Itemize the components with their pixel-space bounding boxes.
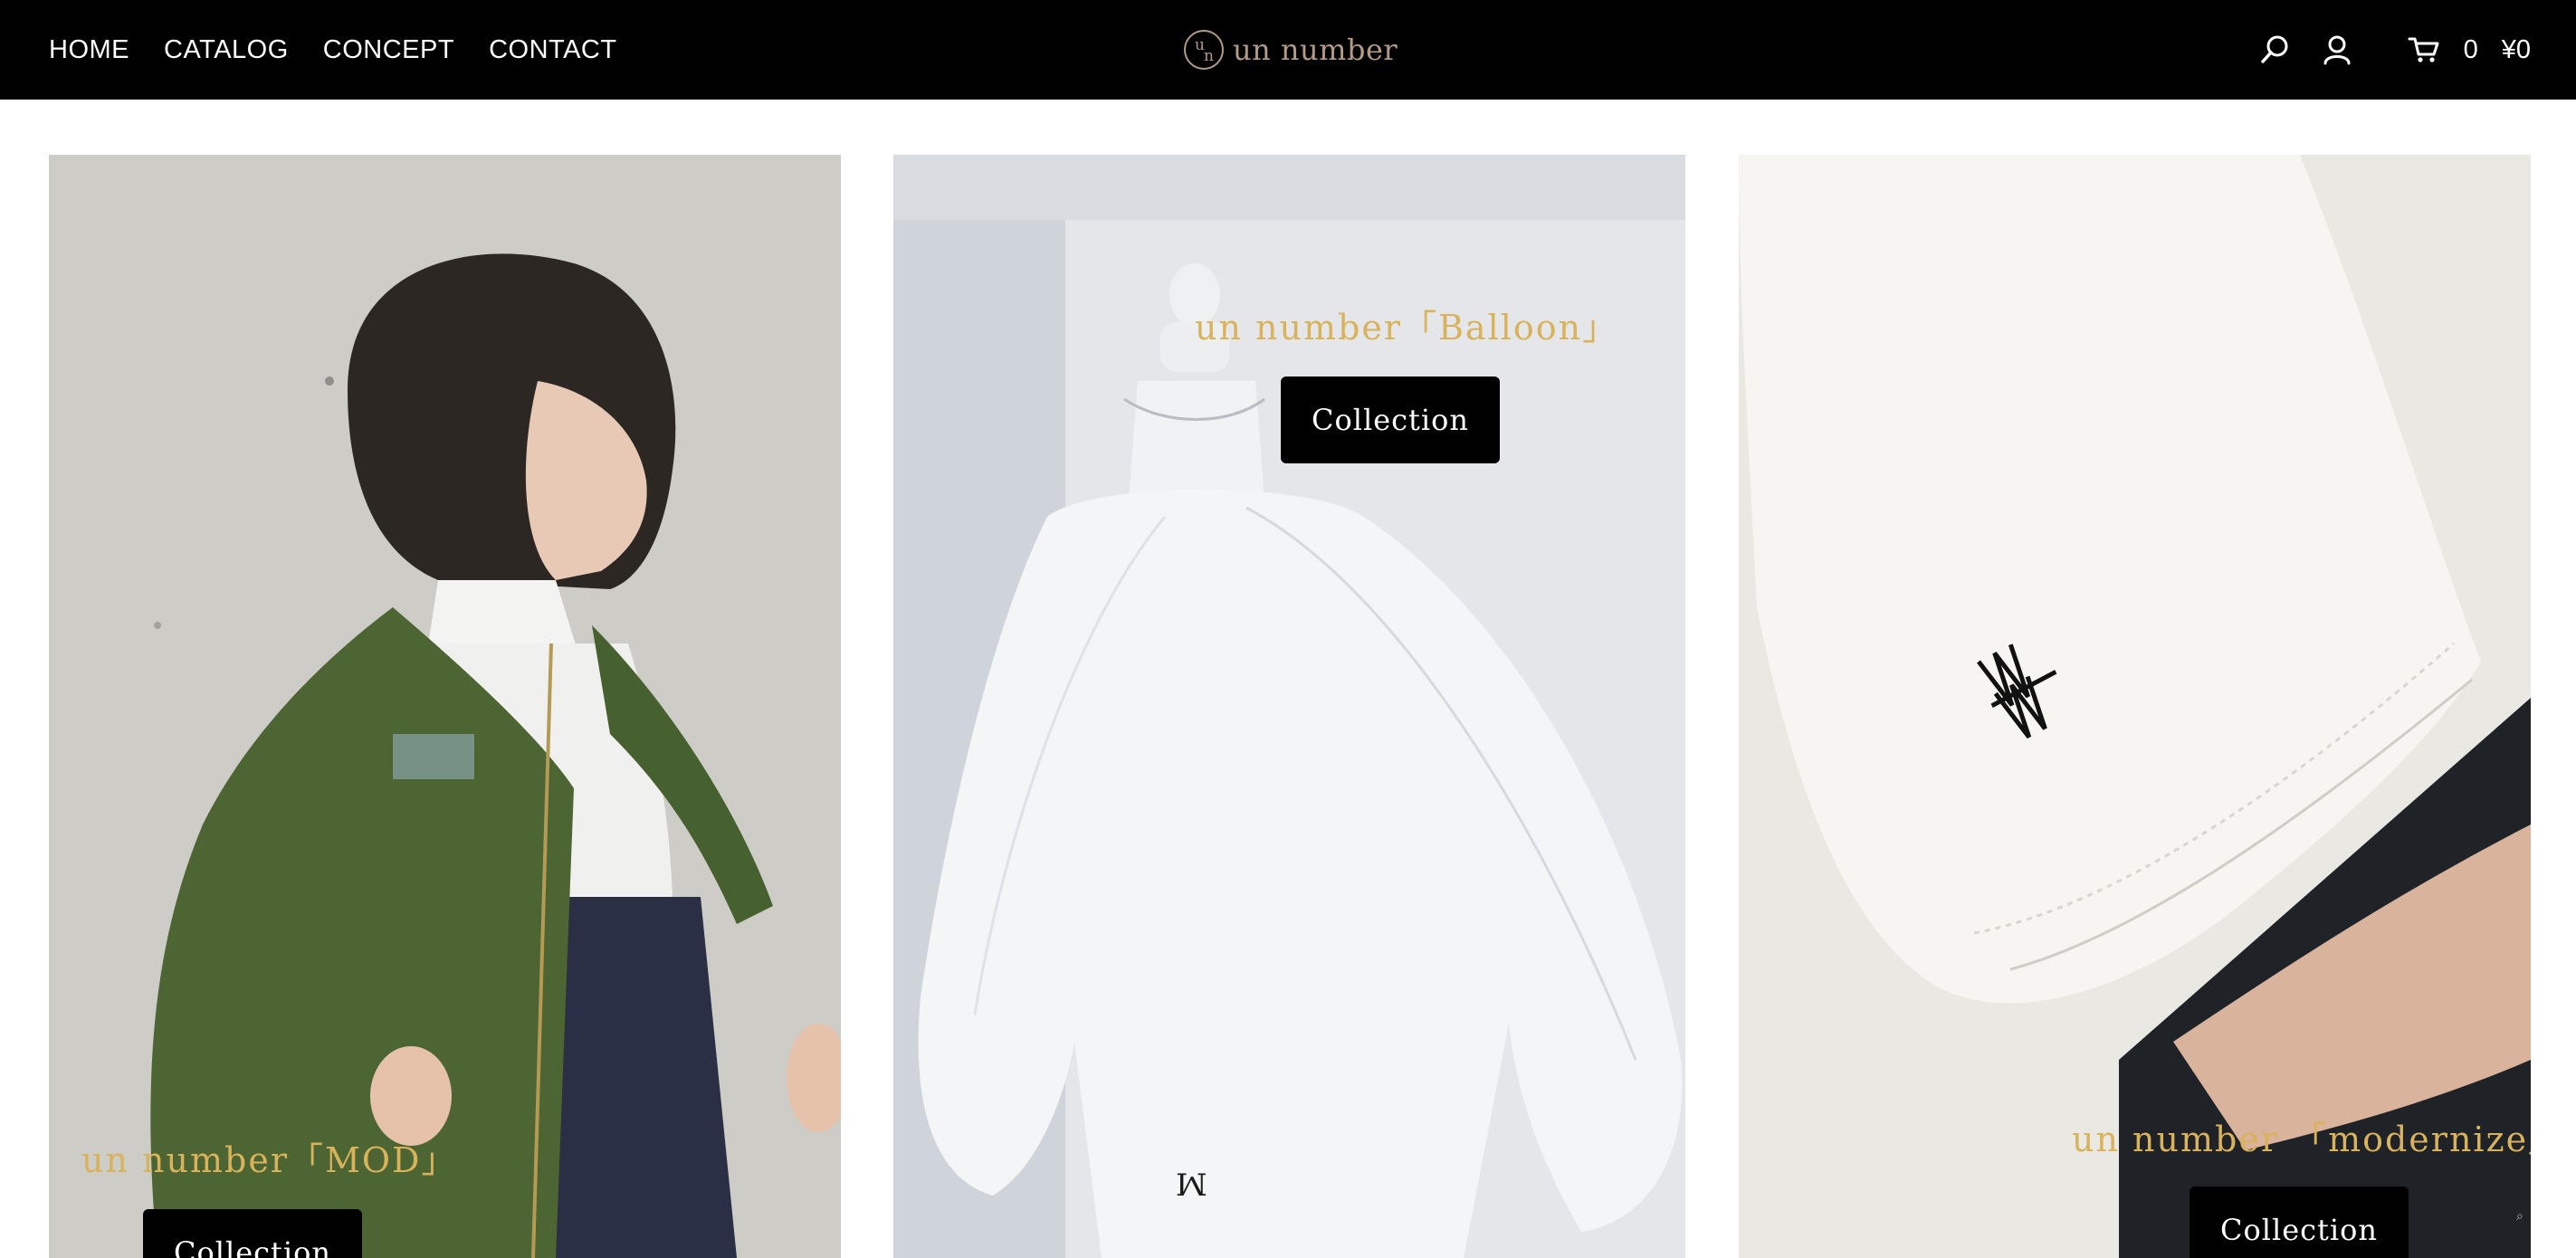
collection-title: un number 「modernize」 [2072, 1120, 2531, 1159]
collection-tile-mod[interactable]: un number「MOD」 Collection [49, 155, 841, 1258]
collection-title: un number「Balloon」 [1195, 308, 1619, 348]
nav-home[interactable]: HOME [49, 35, 129, 65]
site-header: HOME CATALOG CONCEPT CONTACT u n un numb… [0, 0, 2576, 100]
brand-name: un number [1233, 33, 1398, 67]
nav-concept[interactable]: CONCEPT [323, 35, 454, 65]
sleeve-photo [1739, 155, 2531, 1258]
cart-count: 0 [2463, 34, 2478, 64]
collection-button[interactable]: Collection [143, 1209, 362, 1258]
nav-contact[interactable]: CONTACT [489, 35, 617, 65]
main-nav: HOME CATALOG CONCEPT CONTACT [49, 0, 617, 100]
collection-title: un number「MOD」 [81, 1140, 458, 1180]
user-icon[interactable] [2323, 34, 2352, 65]
cart-total: ¥0 [2501, 34, 2531, 64]
model-photo [49, 155, 841, 1258]
scroll-indicator-icon: ⌕ [2516, 1208, 2524, 1223]
collection-button[interactable]: Collection [2190, 1187, 2409, 1258]
svg-text:ꟽ: ꟽ [1176, 1167, 1207, 1204]
brand-logo[interactable]: u n un number [1184, 25, 1398, 74]
brand-mark-icon: u n [1184, 30, 1224, 70]
cart-icon [2408, 35, 2440, 64]
search-icon[interactable] [2259, 34, 2290, 65]
collection-button[interactable]: Collection [1281, 376, 1500, 463]
cart[interactable]: 0 ¥0 [2408, 35, 2531, 65]
header-tools: 0 ¥0 [2259, 0, 2531, 100]
collection-tile-modernize[interactable]: un number 「modernize」 Collection [1739, 155, 2531, 1258]
collection-tile-balloon[interactable]: ꟽ un number「Balloon」 Collection [893, 155, 1685, 1258]
nav-catalog[interactable]: CATALOG [164, 35, 289, 65]
